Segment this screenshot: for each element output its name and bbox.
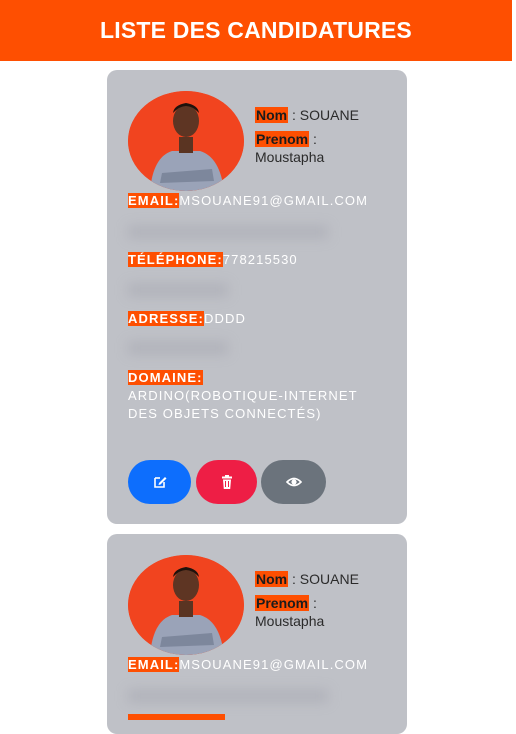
avatar [128,91,244,191]
telephone-row: TÉLÉPHONE:778215530 [128,251,388,269]
telephone-label-partial [128,714,225,720]
view-button[interactable] [261,460,326,504]
adresse-label: ADRESSE: [128,311,204,326]
prenom-label: Prenom [255,131,310,147]
telephone-label: TÉLÉPHONE: [128,252,223,267]
edit-button[interactable] [128,460,191,504]
nom-value: SOUANE [299,571,359,587]
candidate-card: Nom : SOUANE Prenom : Moustapha EMAIL:MSO… [107,534,407,734]
delete-button[interactable] [196,460,257,504]
email-label: EMAIL: [128,193,180,208]
prenom-value: Moustapha [255,149,325,165]
avatar [128,555,244,655]
page-title: LISTE DES CANDIDATURES [100,17,412,43]
divider [128,284,228,296]
email-row: EMAIL:MSOUANE91@GMAIL.COM [128,192,388,210]
divider [128,342,228,354]
nom-label: Nom [255,571,289,587]
candidate-card: Nom : SOUANE Prenom : Moustapha EMAIL:MSO… [107,70,407,524]
candidate-photo [128,91,244,191]
adresse-value: DDDD [203,311,246,326]
domaine-row: DOMAINE: ARDINO(ROBOTIQUE-INTERNET DES OB… [128,369,388,423]
telephone-value: 778215530 [222,252,298,267]
email-row: EMAIL:MSOUANE91@GMAIL.COM [128,656,388,674]
nom-label: Nom [255,107,289,123]
email-value: MSOUANE91@GMAIL.COM [179,657,369,672]
domaine-label: DOMAINE: [128,370,203,385]
identity-block: Nom : SOUANE Prenom : Moustapha [255,571,359,629]
divider [128,690,328,702]
prenom-value: Moustapha [255,613,325,629]
edit-icon [153,477,166,488]
divider [128,226,328,238]
prenom-label: Prenom [255,595,310,611]
adresse-row: ADRESSE:DDDD [128,310,388,328]
page-header: LISTE DES CANDIDATURES [0,0,512,61]
email-value: MSOUANE91@GMAIL.COM [179,193,369,208]
trash-icon [221,475,232,489]
email-label: EMAIL: [128,657,180,672]
identity-block: Nom : SOUANE Prenom : Moustapha [255,107,359,165]
nom-value: SOUANE [299,107,359,123]
domaine-value: ARDINO(ROBOTIQUE-INTERNET DES OBJETS CON… [128,388,358,421]
candidate-photo [128,555,244,655]
eye-icon [285,477,302,487]
